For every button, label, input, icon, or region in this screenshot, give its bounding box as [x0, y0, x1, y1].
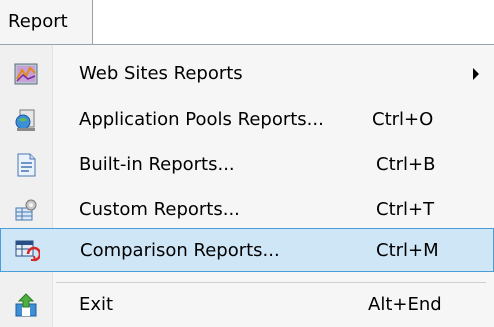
menu-bar: Report [0, 0, 494, 44]
web-sites-reports-icon [13, 61, 39, 87]
menu-item-exit[interactable]: Exit Alt+End [0, 283, 494, 327]
menu-item-shortcut: Ctrl+T [376, 199, 435, 220]
menu-item-application-pools-reports[interactable]: Application Pools Reports... Ctrl+O [0, 98, 494, 142]
menu-report[interactable]: Report [0, 0, 93, 44]
exit-icon [13, 292, 39, 318]
custom-reports-icon [13, 197, 39, 223]
menu-item-comparison-reports[interactable]: Comparison Reports... Ctrl+M [0, 228, 494, 272]
application-pools-icon [13, 107, 39, 133]
menu-item-built-in-reports[interactable]: Built-in Reports... Ctrl+B [0, 143, 494, 187]
built-in-reports-icon [13, 152, 39, 178]
menu-item-shortcut: Ctrl+M [376, 240, 439, 261]
comparison-reports-icon [14, 238, 42, 264]
menu-item-label: Web Sites Reports [79, 63, 243, 84]
menu-item-label: Custom Reports... [79, 199, 240, 220]
menu-item-shortcut: Alt+End [368, 294, 442, 315]
report-dropdown-menu: Web Sites Reports Application Pools Repo… [0, 44, 494, 327]
menu-item-custom-reports[interactable]: Custom Reports... Ctrl+T [0, 188, 494, 232]
menu-item-label: Comparison Reports... [80, 240, 280, 261]
menu-item-label: Built-in Reports... [79, 154, 235, 175]
submenu-arrow-icon [473, 68, 479, 80]
menu-item-web-sites-reports[interactable]: Web Sites Reports [0, 52, 494, 96]
menu-item-label: Application Pools Reports... [79, 109, 324, 130]
menu-item-label: Exit [79, 294, 114, 315]
menu-item-shortcut: Ctrl+B [376, 154, 436, 175]
menu-item-shortcut: Ctrl+O [372, 109, 434, 130]
